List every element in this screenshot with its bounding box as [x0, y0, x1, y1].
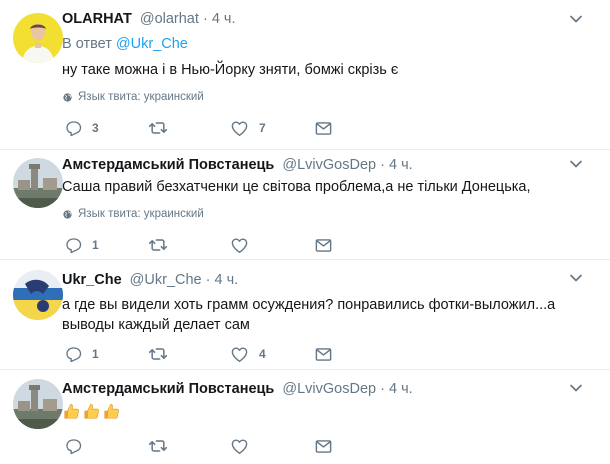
tweet[interactable]: Ukr_Che @Ukr_Che · 4 ч. а где вы видели …	[0, 260, 610, 370]
reply-icon	[64, 437, 82, 455]
envelope-icon	[314, 236, 333, 255]
retweet-icon	[148, 235, 168, 255]
tweet-emoji	[62, 402, 122, 421]
chevron-down-icon[interactable]	[566, 9, 586, 29]
avatar[interactable]	[13, 158, 63, 208]
reply-count: 3	[92, 121, 99, 135]
thumbs-up-icon	[62, 402, 81, 421]
author-handle[interactable]: @LvivGosDep	[282, 157, 376, 173]
tweet-text: ну таке можна і в Нью-Йорку зняти, бомжі…	[62, 62, 399, 78]
direct-message-button[interactable]	[314, 235, 333, 255]
separator-dot: ·	[380, 381, 385, 397]
chevron-down-icon[interactable]	[566, 378, 586, 398]
reply-prefix: В ответ	[62, 36, 116, 52]
tweet-header: Ukr_Che @Ukr_Che · 4 ч.	[62, 270, 238, 290]
reply-icon	[64, 345, 82, 363]
globe-icon	[62, 209, 73, 220]
tweet-header: Амстердамський Повстанець @LvivGosDep · …	[62, 155, 413, 175]
author-handle[interactable]: @Ukr_Che	[130, 272, 202, 288]
like-count: 4	[259, 347, 266, 361]
reply-button[interactable]: 1	[64, 344, 99, 364]
reply-button[interactable]: 3	[64, 118, 99, 138]
timestamp[interactable]: 4 ч.	[212, 11, 236, 27]
retweet-button[interactable]	[148, 235, 178, 255]
author-handle[interactable]: @LvivGosDep	[282, 381, 376, 397]
reply-icon	[64, 236, 82, 254]
direct-message-button[interactable]	[314, 344, 333, 364]
tweet[interactable]: Амстердамський Повстанець @LvivGosDep · …	[0, 150, 610, 260]
globe-icon	[62, 92, 73, 103]
timestamp[interactable]: 4 ч.	[215, 272, 239, 288]
thumbs-up-icon	[82, 402, 101, 421]
tweet-text: а где вы видели хоть грамм осуждения? по…	[62, 297, 556, 333]
retweet-button[interactable]	[148, 118, 178, 138]
like-button[interactable]	[230, 235, 259, 255]
tweet-language-label: Язык твита: украинский	[78, 91, 204, 103]
reply-to-link[interactable]: @Ukr_Che	[116, 36, 188, 52]
author-name[interactable]: OLARHAT	[62, 11, 132, 27]
author-handle[interactable]: @olarhat	[140, 11, 199, 27]
author-name[interactable]: Амстердамський Повстанець	[62, 157, 274, 173]
separator-dot: ·	[205, 272, 211, 288]
thumbs-up-icon	[102, 402, 121, 421]
tweet-actions: 1	[62, 235, 442, 255]
avatar[interactable]	[13, 270, 63, 320]
heart-icon	[230, 437, 249, 456]
like-button[interactable]: 7	[230, 118, 266, 138]
like-button[interactable]: 4	[230, 344, 266, 364]
reply-count: 1	[92, 238, 99, 252]
avatar[interactable]	[13, 13, 63, 63]
retweet-icon	[148, 118, 168, 138]
tweet-text: Саша правий безхатченки це світова пробл…	[62, 179, 531, 195]
separator-dot: ·	[202, 11, 208, 27]
tweet-header: OLARHAT @olarhat · 4 ч.	[62, 9, 236, 29]
direct-message-button[interactable]	[314, 118, 333, 138]
like-count: 7	[259, 121, 266, 135]
heart-icon	[230, 119, 249, 138]
tweet-language-label: Язык твита: украинский	[78, 208, 204, 220]
reply-context: В ответ @Ukr_Che	[62, 34, 188, 54]
heart-icon	[230, 236, 249, 255]
tweet-actions: 3 7	[62, 118, 442, 138]
direct-message-button[interactable]	[314, 436, 333, 456]
timestamp[interactable]: 4 ч.	[389, 381, 413, 397]
author-name[interactable]: Ukr_Che	[62, 272, 122, 288]
tweet-language[interactable]: Язык твита: украинский	[62, 206, 204, 222]
tweet-actions: 1 4	[62, 344, 442, 364]
separator-dot: ·	[380, 157, 385, 173]
reply-button[interactable]: 1	[64, 235, 99, 255]
reply-count: 1	[92, 347, 99, 361]
envelope-icon	[314, 437, 333, 456]
retweet-button[interactable]	[148, 436, 178, 456]
timestamp[interactable]: 4 ч.	[389, 157, 413, 173]
envelope-icon	[314, 345, 333, 364]
chevron-down-icon[interactable]	[566, 154, 586, 174]
chevron-down-icon[interactable]	[566, 268, 586, 288]
retweet-button[interactable]	[148, 344, 178, 364]
tweet[interactable]: Амстердамський Повстанець @LvivGosDep · …	[0, 370, 610, 464]
reply-button[interactable]	[64, 436, 92, 456]
heart-icon	[230, 345, 249, 364]
retweet-icon	[148, 344, 168, 364]
envelope-icon	[314, 119, 333, 138]
tweet-header: Амстердамський Повстанець @LvivGosDep · …	[62, 379, 413, 399]
author-name[interactable]: Амстердамський Повстанець	[62, 381, 274, 397]
retweet-icon	[148, 436, 168, 456]
like-button[interactable]	[230, 436, 259, 456]
reply-icon	[64, 119, 82, 137]
tweet-language[interactable]: Язык твита: украинский	[62, 89, 204, 105]
tweet-actions	[62, 436, 442, 456]
avatar[interactable]	[13, 379, 63, 429]
tweet[interactable]: OLARHAT @olarhat · 4 ч. В ответ @Ukr_Che…	[0, 0, 610, 150]
